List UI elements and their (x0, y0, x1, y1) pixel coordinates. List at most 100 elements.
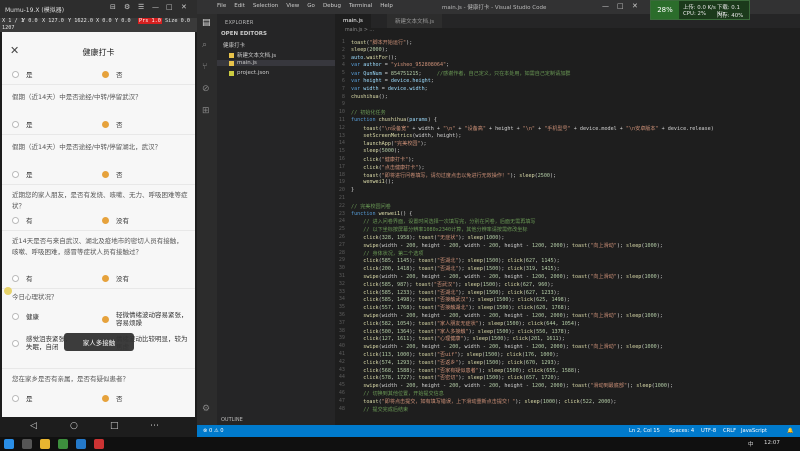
code-line[interactable]: click(574, 1293); toast("否返乡"); sleep(15… (351, 359, 559, 366)
code-line[interactable]: // 切换到其他位置，开始提交信息 (351, 390, 444, 397)
debug-icon[interactable]: ⊘ (202, 84, 210, 94)
code-line[interactable]: // 身体状况，第二个选项 (351, 250, 423, 257)
line-ending[interactable]: CRLF (723, 428, 736, 434)
code-line[interactable]: click("点击健康打卡"); (351, 164, 424, 171)
emulator-titlebar[interactable]: Mumu-19.X (模拟器) ⊟ ⚙ ☰ — □ ✕ (0, 0, 197, 18)
code-line[interactable]: // 进入问卷界面，设置时间选择一次填写完，分别在问卷，后面无需再填写 (351, 218, 535, 225)
option-right[interactable]: 否 (102, 169, 123, 179)
vscode-minimize-icon[interactable]: — (602, 2, 609, 10)
menu-help[interactable]: Help (380, 3, 393, 9)
emulator-close-icon[interactable]: ✕ (181, 3, 187, 11)
tab-main-js[interactable]: main.js (335, 14, 371, 28)
code-line[interactable]: } (351, 187, 354, 193)
option-left[interactable]: 有 (12, 273, 33, 283)
back-icon[interactable]: ◁ (30, 421, 37, 431)
emulator-settings-icon[interactable]: ⚙ (124, 3, 130, 11)
code-line[interactable]: swipe(width - 200, height - 200, width -… (351, 242, 663, 249)
emulator-maximize-icon[interactable]: □ (166, 3, 173, 11)
code-line[interactable]: swipe(width - 200, height - 200, width -… (351, 312, 663, 319)
code-line[interactable]: var height = device.height; (351, 78, 434, 84)
file-item-selected[interactable]: main.js (217, 60, 335, 66)
code-line[interactable]: wenwei1(); (351, 179, 394, 185)
code-line[interactable]: toast("即将点击提交，如有填写错误，上下滑动重新点击提交！"); slee… (351, 398, 616, 405)
file-item[interactable]: 新建文本文档.js (229, 51, 276, 59)
code-line[interactable]: toast("即将进行问卷填写，请勿过度点击以免进行无效操作！"); sleep… (351, 172, 556, 179)
clock[interactable]: 12:07 (764, 440, 780, 446)
menu-selection[interactable]: Selection (253, 3, 278, 9)
option-left[interactable]: 是 (12, 119, 33, 129)
recorder-taskbar-icon[interactable] (94, 439, 104, 449)
vscode-taskbar-icon[interactable] (76, 439, 86, 449)
indentation[interactable]: Spaces: 4 (669, 428, 694, 434)
code-line[interactable]: click(127, 1611); toast("心理健康"); sleep(1… (351, 335, 564, 342)
code-line[interactable]: launchApp("完美校园"); (351, 140, 426, 147)
code-line[interactable]: chushihua(); (351, 94, 388, 100)
code-line[interactable]: swipe(width - 200, height - 200, width -… (351, 382, 673, 389)
file-item[interactable]: project.json (229, 70, 269, 76)
extensions-icon[interactable]: ⊞ (202, 106, 210, 116)
code-line[interactable]: auto.waitFor(); (351, 55, 397, 61)
code-line[interactable]: sleep(2000); (351, 47, 388, 53)
code-line[interactable]: // 以下坐标按屏幕分辨率1080x2340计算，其他分辨率请按需修改坐标 (351, 226, 527, 233)
problems-indicator[interactable]: ⊗ 0 ⚠ 0 (203, 428, 224, 434)
code-line[interactable]: click(200, 1418); toast("否湖北"); sleep(15… (351, 265, 559, 272)
menu-edit[interactable]: Edit (234, 3, 245, 9)
network-monitor-widget[interactable]: 28% 上传: 0.0 K/s 下载: 0.1 K/s CPU: 2% 内存: … (650, 0, 750, 20)
option-right[interactable]: 否 (102, 393, 123, 403)
option-right[interactable]: 否 (102, 119, 123, 129)
code-line[interactable]: click(585, 1233); toast("否湖北"); sleep(15… (351, 289, 559, 296)
menu-debug[interactable]: Debug (323, 3, 341, 9)
emulator-minimize-icon[interactable]: — (152, 3, 159, 11)
option-right[interactable]: 没有 (102, 215, 129, 225)
emulator-menu-icon[interactable]: ☰ (138, 3, 144, 11)
menu-view[interactable]: View (286, 3, 299, 9)
menu-file[interactable]: File (217, 3, 226, 9)
option-left[interactable]: 有 (12, 215, 33, 225)
code-line[interactable]: // 完美校园问卷 (351, 203, 391, 210)
code-line[interactable]: toast("\n设备宽" + width + "\n" + "设备高" + h… (351, 125, 714, 132)
code-editor[interactable]: 1 toast("脚本开始运行"); 2 sleep(2000); 3 auto.wait… (335, 37, 800, 425)
code-line[interactable]: click(582, 1054); toast("家人朋友无症状"); slee… (351, 320, 580, 327)
language-mode[interactable]: JavaScript (741, 428, 767, 434)
code-line[interactable]: var width = device.width; (351, 86, 428, 92)
home-icon[interactable]: ○ (70, 421, 78, 431)
code-line[interactable]: swipe(width - 200, height - 200, width -… (351, 343, 663, 350)
code-line[interactable]: click(113, 1000); toast("否uif"); sleep(1… (351, 351, 558, 358)
code-line[interactable]: function wenwei1() { (351, 211, 412, 217)
bell-icon[interactable]: 🔔 (787, 428, 793, 434)
menu-terminal[interactable]: Terminal (349, 3, 372, 9)
option-left[interactable]: 是 (12, 169, 33, 179)
input-method[interactable]: 中 (748, 440, 754, 448)
search-taskbar-icon[interactable] (22, 439, 32, 449)
option-left[interactable]: 是 (12, 69, 33, 79)
cursor-position[interactable]: Ln 2, Col 15 (629, 428, 660, 434)
code-line[interactable]: click(557, 1768); toast("否接触湖北"); sleep(… (351, 304, 570, 311)
option-left[interactable]: 健康 (12, 311, 39, 321)
code-line[interactable]: // 初始化任务 (351, 109, 386, 116)
open-editors-section[interactable]: OPEN EDITORS (221, 31, 267, 37)
files-icon[interactable]: ▤ (202, 18, 211, 28)
gear-icon[interactable]: ⚙ (202, 404, 210, 414)
encoding[interactable]: UTF-8 (701, 428, 716, 434)
option-right[interactable]: 没有 (102, 273, 129, 283)
vscode-close-icon[interactable]: ✕ (632, 2, 638, 10)
emulator-pin-icon[interactable]: ⊟ (110, 3, 116, 11)
recents-icon[interactable]: □ (110, 421, 119, 431)
outline-section[interactable]: OUTLINE (221, 417, 243, 423)
code-line[interactable]: click(585, 1498); toast("否接触武汉"); sleep(… (351, 296, 570, 303)
code-line[interactable]: swipe(width - 200, height - 200, width -… (351, 273, 663, 280)
code-line[interactable]: click(500, 1364); toast("家人多接触"); sleep(… (351, 328, 570, 335)
code-line[interactable]: setScreenMetrics(width, height); (351, 133, 461, 139)
code-line[interactable]: sleep(5000); (351, 148, 400, 154)
code-line[interactable]: click(568, 1588); toast("否家有疑似患者"); slee… (351, 367, 580, 374)
emulator-taskbar-icon[interactable] (58, 439, 68, 449)
tab-new-file[interactable]: 新建文本文档.js (387, 14, 443, 28)
option-left[interactable]: 是 (12, 393, 33, 403)
breadcrumb[interactable]: main.js > ... (335, 28, 800, 37)
source-control-icon[interactable]: ⑂ (202, 62, 207, 72)
code-line[interactable]: click(585, 1145); toast("否湖北"); sleep(15… (351, 257, 559, 264)
vscode-maximize-icon[interactable]: □ (617, 2, 624, 10)
code-line[interactable]: click(328, 1958); toast("无症状"); sleep(10… (351, 234, 504, 241)
menu-go[interactable]: Go (307, 3, 315, 9)
code-line[interactable]: var author = "yisheo_952808064"; (351, 62, 449, 68)
